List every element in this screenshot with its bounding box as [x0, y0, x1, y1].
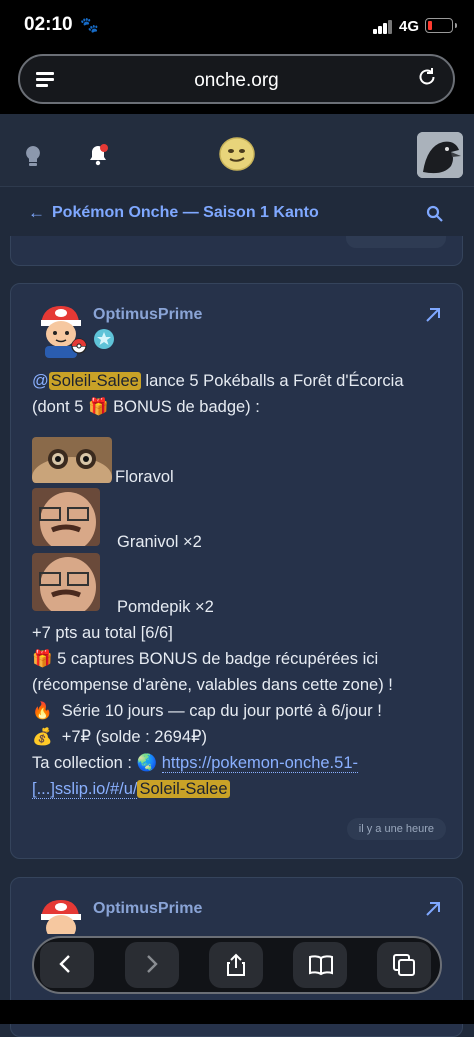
gift-icon: 🎁 [87, 398, 109, 416]
share-button[interactable] [209, 942, 263, 988]
bonus-line-1: 🎁 5 captures BONUS de badge récupérées i… [32, 646, 378, 672]
post-line-2: (dont 5 🎁 BONUS de badge) : [32, 394, 260, 420]
collection-label: Ta collection : [32, 754, 137, 772]
moneybag-icon: 💰 [32, 728, 53, 746]
collection-line: Ta collection : 🌏 https://pokemon-onche.… [32, 750, 358, 776]
catch-name-1: Floravol [115, 468, 174, 486]
catch-name-3: Pomdepik ×2 [117, 598, 214, 616]
bonus-line-2: (récompense d'arène, valables dans cette… [32, 676, 393, 694]
tabs-icon [393, 954, 415, 976]
bonus-line-1-text: 5 captures BONUS de badge récupérées ici [57, 650, 379, 668]
chevron-right-icon [147, 955, 158, 973]
site-header [0, 114, 474, 187]
tabs-button[interactable] [377, 942, 431, 988]
money-text: +7₽ (solde : 2694₽) [61, 728, 208, 746]
topic-bar: ← Pokémon Onche — Saison 1 Kanto [0, 187, 474, 241]
post-line-1: @ Soleil-Salee lance 5 Pokéballs a Forêt … [32, 368, 404, 394]
post-timestamp[interactable]: il y a une heure [346, 818, 446, 840]
reload-icon[interactable] [415, 66, 439, 90]
chevron-left-icon [59, 955, 70, 973]
open-post-arrow-icon[interactable] [424, 900, 442, 923]
home-indicator-area [0, 1000, 474, 1024]
cellular-signal-icon [373, 20, 393, 34]
forward-button[interactable] [125, 942, 179, 988]
back-arrow-icon[interactable]: ← [28, 203, 45, 223]
collection-link-part2[interactable]: [...]sslip.io/#/u/ [32, 780, 138, 799]
streak-line: 🔥 Série 10 jours — cap du jour porté à 6… [32, 698, 382, 724]
gift-icon: 🎁 [32, 650, 53, 668]
user-avatar[interactable] [417, 132, 463, 178]
back-button[interactable] [40, 942, 94, 988]
book-icon [309, 955, 333, 976]
post-card: OptimusPrime @ Soleil-Salee lance 5 Pokéb… [10, 283, 463, 859]
paw-icon: 🐾 [80, 17, 99, 34]
bookmarks-button[interactable] [293, 942, 347, 988]
catch-name-2: Granivol ×2 [117, 533, 202, 551]
catch-image-pomdepik [32, 553, 100, 611]
notification-bell-icon[interactable] [86, 142, 112, 173]
post-line-2-a: (dont 5 [32, 398, 88, 416]
post-author[interactable]: OptimusPrime [93, 306, 202, 324]
collection-link-line-2: [...]sslip.io/#/u/Soleil-Salee [32, 776, 230, 802]
lightbulb-icon[interactable] [22, 144, 44, 173]
post-line-1-text: lance 5 Pokéballs a Forêt d'Écorcia [140, 372, 404, 390]
author-avatar[interactable] [31, 300, 87, 358]
mention-username[interactable]: Soleil-Salee [48, 372, 141, 390]
collection-link-username[interactable]: Soleil-Salee [137, 780, 230, 798]
status-bar: 02:10 🐾 4G [0, 0, 474, 52]
badge-icon [93, 328, 115, 350]
network-type: 4G [399, 18, 420, 35]
battery-icon [425, 18, 457, 33]
post-author[interactable]: OptimusPrime [93, 900, 202, 918]
url-text[interactable]: onche.org [20, 70, 453, 92]
globe-icon: 🌏 [136, 754, 158, 772]
url-bar[interactable]: onche.org [18, 54, 455, 104]
fire-icon: 🔥 [32, 702, 53, 720]
previous-post-card [10, 236, 463, 266]
streak-text: Série 10 jours — cap du jour porté à 6/j… [61, 702, 382, 720]
catch-image-granivol [32, 488, 100, 546]
share-icon [227, 953, 245, 976]
catch-image-floravol [32, 437, 112, 483]
money-line: 💰 +7₽ (solde : 2694₽) [32, 724, 207, 750]
topic-title[interactable]: Pokémon Onche — Saison 1 Kanto [52, 204, 319, 222]
browser-bar: onche.org [0, 52, 474, 114]
mention-prefix[interactable]: @ [32, 372, 49, 390]
open-post-arrow-icon[interactable] [424, 306, 442, 329]
collection-link-part1[interactable]: https://pokemon-onche.51- [161, 754, 358, 773]
status-time: 02:10 [24, 14, 73, 35]
post-line-2-b: BONUS de badge) : [108, 398, 260, 416]
search-icon[interactable] [426, 205, 444, 228]
total-points: +7 pts au total [6/6] [32, 624, 173, 642]
author-avatar[interactable] [31, 894, 87, 934]
site-logo-smiley-icon[interactable] [218, 136, 256, 177]
browser-toolbar [32, 936, 442, 994]
